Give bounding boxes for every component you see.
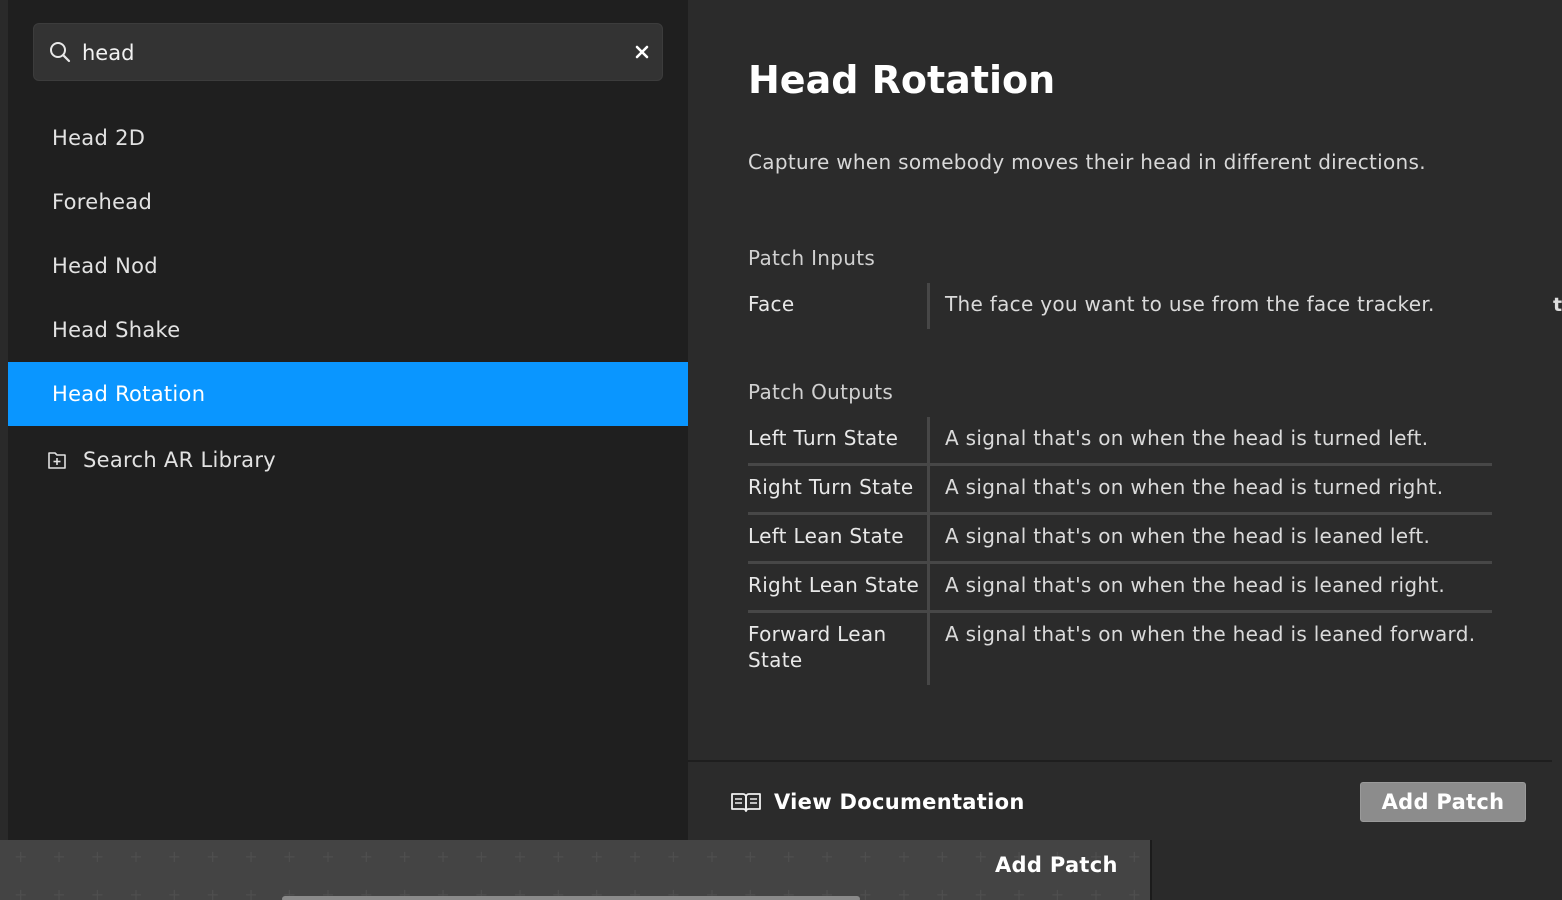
- patch-inputs-table: Face The face you want to use from the f…: [748, 283, 1492, 329]
- grid-plus: +: [1050, 885, 1065, 900]
- output-row: Left Lean State A signal that's on when …: [748, 515, 1492, 564]
- output-description: A signal that's on when the head is lean…: [945, 573, 1446, 597]
- grid-plus: +: [398, 847, 412, 866]
- patch-inputs-heading: Patch Inputs: [748, 246, 876, 270]
- patch-description: Capture when somebody moves their head i…: [748, 150, 1426, 174]
- grid-plus: +: [90, 847, 105, 866]
- search-input[interactable]: [82, 36, 602, 70]
- output-description: A signal that's on when the head is turn…: [945, 426, 1429, 450]
- grid-plus: +: [359, 847, 374, 866]
- canvas-edge-text: t: [1553, 294, 1562, 316]
- grid-plus: +: [129, 847, 143, 866]
- grid-plus: +: [1012, 885, 1027, 900]
- grid-plus: +: [897, 847, 911, 866]
- grid-plus: +: [1127, 885, 1142, 900]
- output-row: Right Turn State A signal that's on when…: [748, 466, 1492, 515]
- canvas-grid: + + + + + + + + + + + + + + + + + + + + + + + + + + + + + + + + + + + + + + + +…: [0, 840, 1150, 900]
- patch-outputs-table: Left Turn State A signal that's on when …: [748, 417, 1492, 685]
- grid-plus: +: [628, 847, 643, 866]
- output-name: Left Turn State: [748, 417, 930, 463]
- grid-plus: +: [321, 847, 335, 866]
- add-library-icon: [48, 452, 66, 469]
- canvas-side-area: [1150, 840, 1562, 900]
- grid-plus: +: [129, 885, 143, 900]
- clear-search-button[interactable]: [630, 40, 654, 64]
- view-documentation-link[interactable]: View Documentation: [730, 790, 1025, 814]
- output-row: Forward Lean State A signal that's on wh…: [748, 613, 1492, 685]
- patch-outputs-heading: Patch Outputs: [748, 380, 894, 404]
- output-name: Right Lean State: [748, 564, 930, 610]
- search-ar-library-label: Search AR Library: [83, 448, 276, 472]
- grid-plus: +: [1089, 885, 1103, 900]
- grid-plus: +: [743, 847, 758, 866]
- grid-plus: +: [974, 885, 988, 900]
- grid-plus: +: [167, 885, 182, 900]
- grid-plus: +: [206, 847, 220, 866]
- output-description: A signal that's on when the head is lean…: [945, 622, 1476, 646]
- output-name: Forward Lean State: [748, 613, 930, 685]
- grid-plus: +: [935, 847, 950, 866]
- result-item-head-rotation[interactable]: Head Rotation: [8, 362, 688, 426]
- grid-plus: +: [244, 847, 259, 866]
- grid-plus: +: [282, 847, 297, 866]
- grid-plus: +: [90, 885, 105, 900]
- canvas-patch-label: Add Patch: [995, 853, 1118, 877]
- canvas-right-edge: [1552, 0, 1562, 840]
- grid-plus: +: [14, 847, 28, 866]
- close-icon: [635, 45, 649, 59]
- book-icon: [731, 793, 761, 812]
- detail-action-bar: View Documentation Add Patch: [688, 760, 1552, 840]
- grid-plus: +: [974, 847, 988, 866]
- output-row: Left Turn State A signal that's on when …: [748, 417, 1492, 466]
- view-documentation-label: View Documentation: [774, 790, 1025, 814]
- patch-search-results-panel: Head 2D Forehead Head Nod Head Shake Hea…: [8, 0, 688, 840]
- result-item-head-nod[interactable]: Head Nod: [8, 234, 688, 298]
- search-box[interactable]: [33, 23, 663, 81]
- grid-plus: +: [206, 885, 220, 900]
- grid-plus: +: [897, 885, 911, 900]
- output-description: A signal that's on when the head is lean…: [945, 524, 1431, 548]
- input-row: Face The face you want to use from the f…: [748, 283, 1492, 329]
- output-description: A signal that's on when the head is turn…: [945, 475, 1444, 499]
- grid-plus: +: [52, 885, 67, 900]
- result-list: Head 2D Forehead Head Nod Head Shake Hea…: [8, 106, 688, 494]
- grid-plus: +: [474, 847, 489, 866]
- input-description: The face you want to use from the face t…: [945, 292, 1435, 316]
- canvas-left-edge: [0, 0, 8, 840]
- search-ar-library-item[interactable]: Search AR Library: [8, 426, 688, 494]
- grid-plus: +: [1127, 847, 1142, 866]
- grid-plus: +: [705, 847, 719, 866]
- grid-plus: +: [666, 847, 681, 866]
- patch-title: Head Rotation: [748, 58, 1056, 102]
- input-name: Face: [748, 283, 930, 329]
- output-name: Left Lean State: [748, 515, 930, 561]
- grid-plus: +: [14, 885, 28, 900]
- patch-detail-panel: Head Rotation Capture when somebody move…: [688, 0, 1552, 760]
- result-item-head-shake[interactable]: Head Shake: [8, 298, 688, 362]
- result-item-head-2d[interactable]: Head 2D: [8, 106, 688, 170]
- output-row: Right Lean State A signal that's on when…: [748, 564, 1492, 613]
- grid-plus: +: [858, 885, 873, 900]
- grid-plus: +: [513, 847, 527, 866]
- grid-plus: +: [436, 847, 451, 866]
- grid-plus: +: [935, 885, 950, 900]
- grid-plus: +: [782, 847, 796, 866]
- add-patch-button[interactable]: Add Patch: [1360, 782, 1526, 822]
- grid-plus: +: [820, 847, 835, 866]
- grid-plus: +: [167, 847, 182, 866]
- grid-plus: +: [244, 885, 259, 900]
- grid-plus: +: [52, 847, 67, 866]
- grid-plus: +: [590, 847, 604, 866]
- grid-plus: +: [551, 847, 566, 866]
- result-item-forehead[interactable]: Forehead: [8, 170, 688, 234]
- canvas-horizontal-scrollbar[interactable]: [282, 896, 860, 900]
- grid-plus: +: [858, 847, 873, 866]
- output-name: Right Turn State: [748, 466, 930, 512]
- search-icon: [50, 42, 71, 63]
